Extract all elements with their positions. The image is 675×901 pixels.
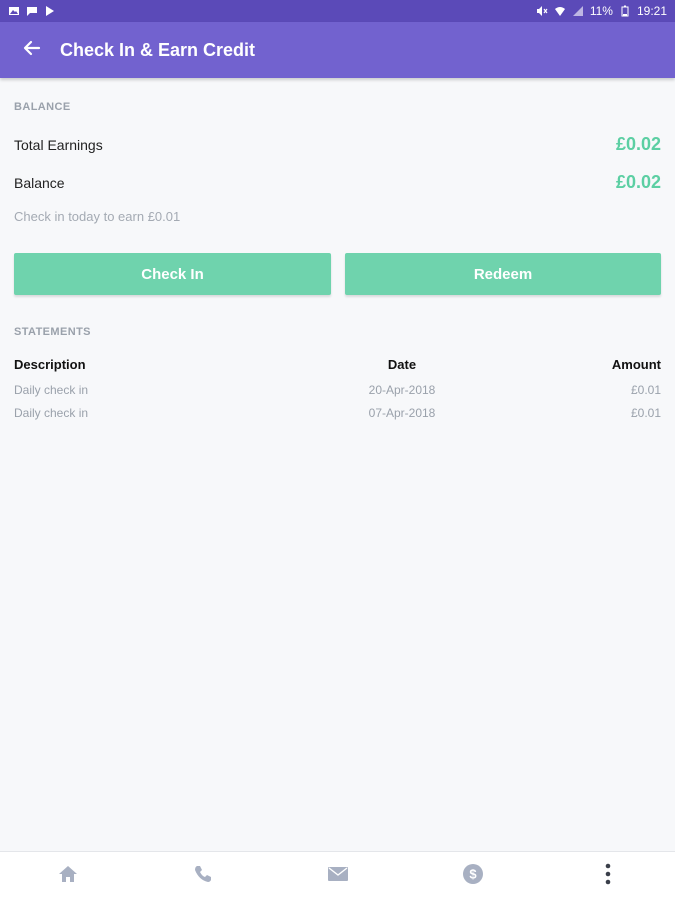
check-in-button[interactable]: Check In: [14, 253, 331, 295]
battery-icon: [619, 5, 631, 17]
column-header-date: Date: [387, 357, 417, 372]
redeem-button[interactable]: Redeem: [345, 253, 661, 295]
image-icon: [8, 5, 20, 17]
balance-section-label: BALANCE: [14, 101, 71, 113]
total-earnings-label: Total Earnings: [14, 137, 103, 153]
column-header-amount: Amount: [611, 357, 661, 372]
battery-percent: 11%: [589, 4, 613, 18]
chat-icon: [26, 5, 38, 17]
svg-text:$: $: [469, 867, 477, 882]
status-left: [0, 5, 56, 17]
nav-more[interactable]: [540, 852, 675, 901]
back-button[interactable]: [4, 22, 60, 78]
more-vert-icon: [605, 863, 611, 890]
statements-section-label: STATEMENTS: [14, 326, 91, 338]
nav-mail[interactable]: [270, 852, 405, 901]
row-description: Daily check in: [14, 383, 89, 397]
dollar-icon: $: [462, 863, 484, 890]
status-bar: 11% 19:21: [0, 0, 675, 22]
mail-icon: [327, 866, 349, 887]
app-bar: Check In & Earn Credit: [0, 22, 675, 78]
home-icon: [57, 864, 79, 889]
arrow-back-icon: [23, 39, 41, 62]
row-description: Daily check in: [14, 406, 89, 420]
mute-icon: [536, 5, 548, 17]
phone-icon: [193, 864, 213, 889]
signal-icon: [572, 5, 584, 17]
clock: 19:21: [636, 4, 667, 18]
play-store-icon: [44, 5, 56, 17]
nav-credit[interactable]: $: [405, 852, 540, 901]
balance-label: Balance: [14, 175, 65, 191]
row-amount: £0.01: [630, 383, 661, 397]
row-date: 20-Apr-2018: [368, 383, 436, 397]
column-header-description: Description: [14, 357, 86, 372]
page-title: Check In & Earn Credit: [60, 39, 256, 60]
check-in-hint: Check in today to earn £0.01: [14, 209, 181, 224]
nav-home[interactable]: [0, 852, 135, 901]
bottom-nav: $: [0, 851, 675, 901]
row-date: 07-Apr-2018: [368, 406, 436, 420]
status-right: 11% 19:21: [536, 4, 675, 18]
wifi-icon: [554, 5, 566, 17]
total-earnings-value: £0.02: [615, 134, 661, 154]
nav-phone[interactable]: [135, 852, 270, 901]
row-amount: £0.01: [630, 406, 661, 420]
balance-value: £0.02: [615, 172, 661, 192]
